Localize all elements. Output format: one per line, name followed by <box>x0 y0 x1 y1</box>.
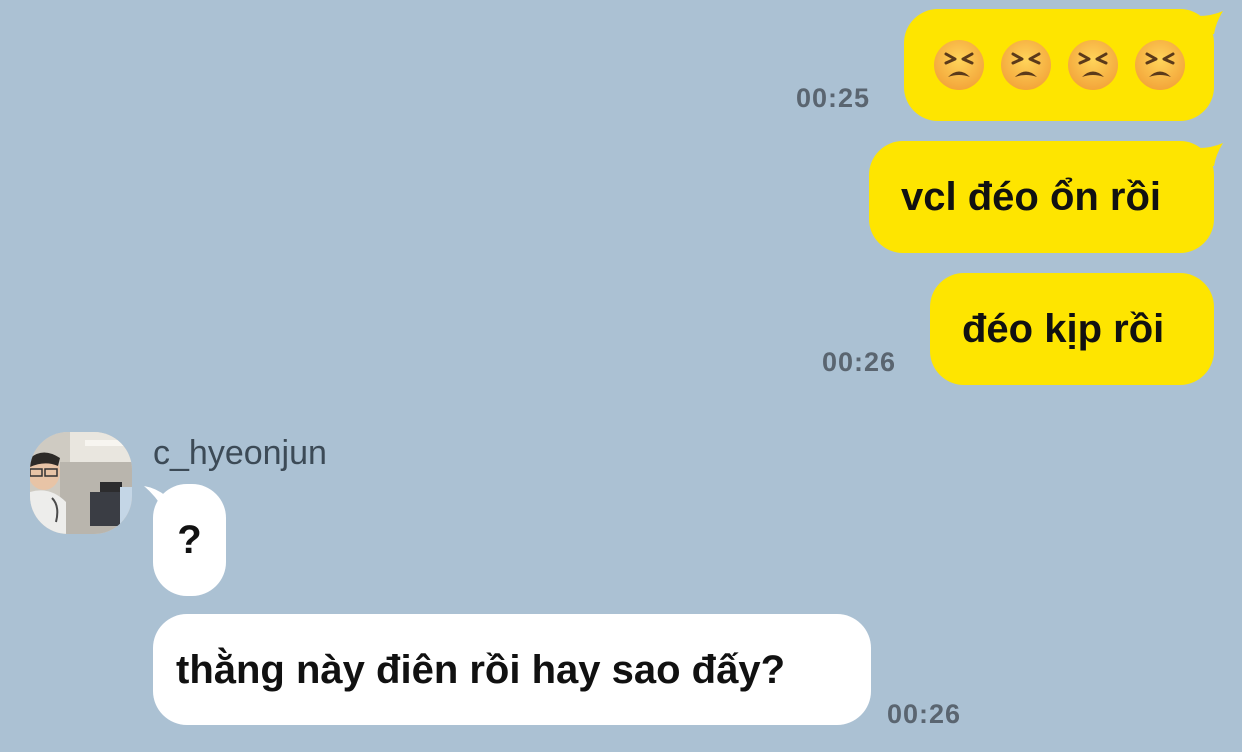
tired-face-emoji <box>1000 40 1051 90</box>
message-timestamp: 00:26 <box>887 699 962 729</box>
emoji-row <box>933 39 1186 91</box>
sender-username: c_hyeonjun <box>153 434 327 472</box>
incoming-message[interactable]: ? <box>153 484 226 596</box>
message-timestamp: 00:26 <box>822 347 897 377</box>
profile-photo <box>30 432 132 534</box>
message-text: đéo kịp rồi <box>962 307 1165 351</box>
message-text: ? <box>177 518 202 562</box>
tired-face-emoji <box>933 40 984 90</box>
tired-face-emoji <box>1134 40 1185 90</box>
outgoing-bubble-tail <box>1198 11 1223 34</box>
outgoing-message[interactable]: vcl đéo ổn rồi <box>869 141 1214 253</box>
message-text: vcl đéo ổn rồi <box>901 175 1162 219</box>
outgoing-message-emoji[interactable] <box>904 9 1214 121</box>
tired-face-emoji <box>1067 40 1118 90</box>
message-timestamp: 00:25 <box>796 83 871 113</box>
outgoing-bubble-tail <box>1198 143 1223 166</box>
outgoing-message[interactable]: đéo kịp rồi <box>930 273 1214 385</box>
incoming-message[interactable]: thằng này điên rồi hay sao đấy? <box>153 614 871 725</box>
message-text: thằng này điên rồi hay sao đấy? <box>176 647 786 692</box>
avatar[interactable] <box>30 432 132 534</box>
